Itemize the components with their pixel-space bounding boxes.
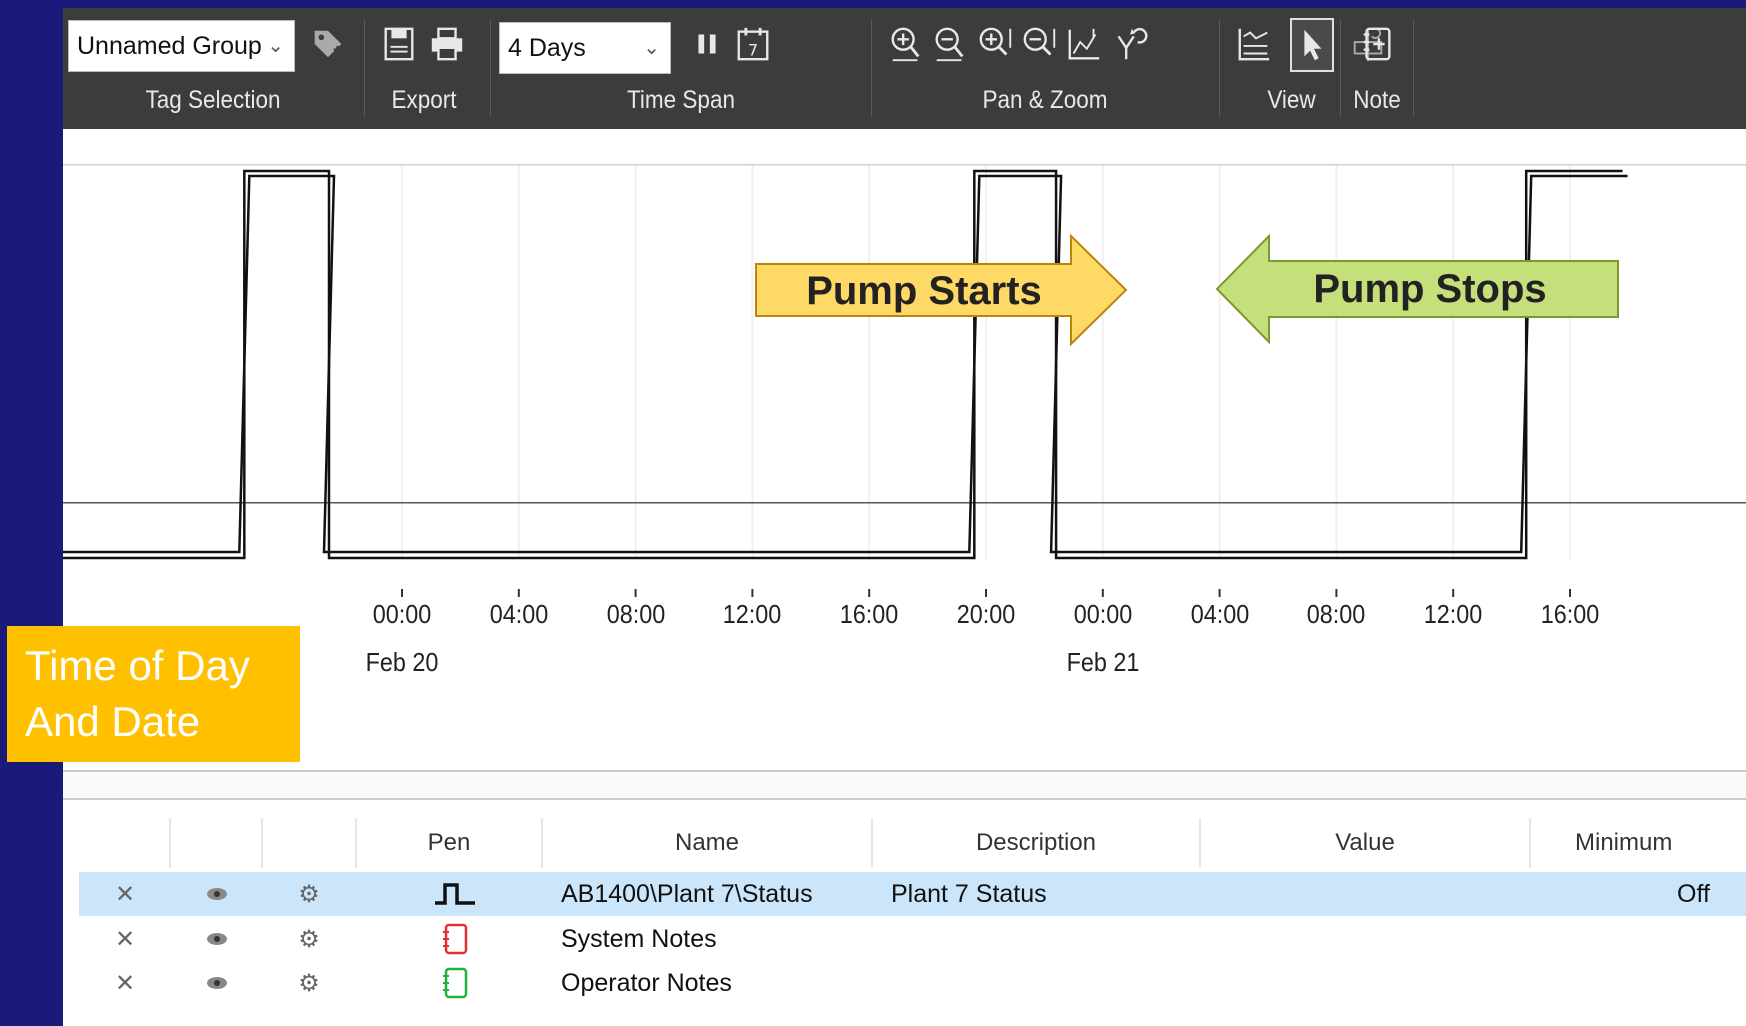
x-tick-label: 12:00: [723, 599, 782, 629]
tag-group-dropdown[interactable]: Unnamed Group ⌄: [68, 20, 295, 72]
x-date-label: Feb 21: [1066, 647, 1140, 677]
export-label: Export: [391, 86, 457, 114]
pump-starts-arrow: Pump Starts: [755, 234, 1128, 346]
undo-zoom-icon[interactable]: [1110, 22, 1150, 66]
header-pen[interactable]: Pen: [357, 818, 543, 868]
table-row[interactable]: ✕ ⚙ System Notes: [79, 917, 1746, 961]
x-tick-label: 08:00: [606, 599, 665, 629]
pointer-select-icon[interactable]: [1290, 18, 1334, 72]
visibility-eye-icon[interactable]: [197, 961, 237, 1005]
pen-settings-gear-icon[interactable]: ⚙: [289, 917, 329, 961]
pan-zoom-label: Pan & Zoom: [982, 86, 1108, 114]
red-notebook-icon: [435, 917, 475, 961]
time-span-dropdown[interactable]: 4 Days ⌄: [499, 22, 671, 74]
trend-chart-svg: [63, 164, 1746, 597]
x-tick-label: 12:00: [1423, 599, 1483, 629]
stacked-chart-icon[interactable]: [1234, 22, 1274, 66]
step-pen-icon: [430, 872, 480, 916]
table-row[interactable]: ✕ ⚙ Operator Notes: [79, 961, 1746, 1005]
pan-zoom-group: Pan & Zoom: [872, 8, 1218, 129]
time-of-day-line-1: Time of Day: [25, 642, 250, 689]
tag-selection-group: Unnamed Group ⌄ Tag Selection: [63, 8, 363, 129]
x-tick-label: 16:00: [1540, 599, 1600, 629]
x-tick-label: 08:00: [1307, 599, 1366, 629]
pump-stops-arrow: Pump Stops: [1215, 234, 1619, 344]
vertical-zoom-in-icon[interactable]: [976, 22, 1016, 66]
header-value[interactable]: Value: [1201, 818, 1531, 868]
add-tag-icon[interactable]: [308, 22, 348, 66]
chart-scrollbar[interactable]: [63, 770, 1746, 800]
view-label: View: [1267, 86, 1316, 114]
pen-name: Operator Notes: [561, 969, 732, 997]
visibility-eye-icon[interactable]: [197, 917, 237, 961]
header-name[interactable]: Name: [543, 818, 873, 868]
pen-description: Plant 7 Status: [891, 880, 1047, 908]
save-icon[interactable]: [379, 22, 419, 66]
svg-text:7: 7: [748, 40, 758, 59]
x-tick-label: 00:00: [372, 599, 432, 629]
x-tick-label: 04:00: [489, 599, 549, 629]
series-trace-outer: [63, 169, 1623, 560]
trend-viewer-window: Unnamed Group ⌄ Tag Selection Export 4 D…: [63, 8, 1746, 1026]
pump-stops-label: Pump Stops: [1313, 267, 1546, 311]
pen-minimum: Off: [1677, 880, 1710, 908]
table-row[interactable]: ✕ ⚙ AB1400\Plant 7\Status Plant 7 Status…: [79, 872, 1746, 916]
toolbar: Unnamed Group ⌄ Tag Selection Export 4 D…: [63, 8, 1746, 129]
x-tick-label: 16:00: [839, 599, 899, 629]
pen-settings-gear-icon[interactable]: ⚙: [289, 872, 329, 916]
print-icon[interactable]: [427, 22, 467, 66]
x-tick-label: 20:00: [956, 599, 1016, 629]
chevron-down-icon: ⌄: [267, 35, 284, 57]
pause-icon[interactable]: [687, 22, 727, 66]
vertical-zoom-out-icon[interactable]: [1020, 22, 1060, 66]
series-trace-inner: [63, 174, 1628, 554]
pump-starts-label: Pump Starts: [806, 269, 1042, 313]
green-notebook-icon: [435, 961, 475, 1005]
pen-settings-gear-icon[interactable]: ⚙: [289, 961, 329, 1005]
x-date-label: Feb 20: [365, 647, 439, 677]
zoom-out-icon[interactable]: [930, 22, 970, 66]
time-span-dropdown-value: 4 Days: [508, 34, 586, 62]
tag-selection-label: Tag Selection: [145, 86, 281, 114]
remove-pen-icon[interactable]: ✕: [105, 872, 145, 916]
chevron-down-icon: ⌄: [643, 37, 660, 59]
header-remove-col: [79, 818, 171, 868]
time-of-day-line-2: And Date: [25, 698, 201, 745]
visibility-eye-icon[interactable]: [197, 872, 237, 916]
time-of-day-callout: Time of Day And Date: [7, 626, 300, 762]
autoscale-chart-icon[interactable]: [1064, 22, 1104, 66]
pen-name: AB1400\Plant 7\Status: [561, 880, 813, 908]
note-label: Note: [1353, 86, 1401, 114]
header-visible-col: [171, 818, 263, 868]
export-group: Export: [365, 8, 483, 129]
header-description[interactable]: Description: [873, 818, 1201, 868]
zoom-in-icon[interactable]: [886, 22, 926, 66]
pen-name: System Notes: [561, 925, 717, 953]
time-span-label: Time Span: [627, 86, 735, 114]
calendar-icon[interactable]: 7: [733, 22, 773, 66]
add-note-icon[interactable]: [1357, 22, 1397, 66]
time-span-group: 4 Days ⌄ 7 Time Span: [491, 8, 871, 129]
remove-pen-icon[interactable]: ✕: [105, 917, 145, 961]
x-tick-label: 00:00: [1073, 599, 1133, 629]
tag-group-dropdown-value: Unnamed Group: [77, 32, 262, 60]
x-tick-label: 04:00: [1190, 599, 1249, 629]
trend-chart[interactable]: 00:00 04:00 08:00 12:00 16:00 20:00 00:00 04:00…: [63, 129, 1746, 794]
remove-pen-icon[interactable]: ✕: [105, 961, 145, 1005]
header-settings-col: [263, 818, 357, 868]
note-group: Note: [1341, 8, 1413, 129]
header-minimum[interactable]: Minimum: [1531, 818, 1746, 868]
pen-table: Pen Name Description Value Minimum ✕ ⚙ A…: [63, 808, 1746, 1026]
